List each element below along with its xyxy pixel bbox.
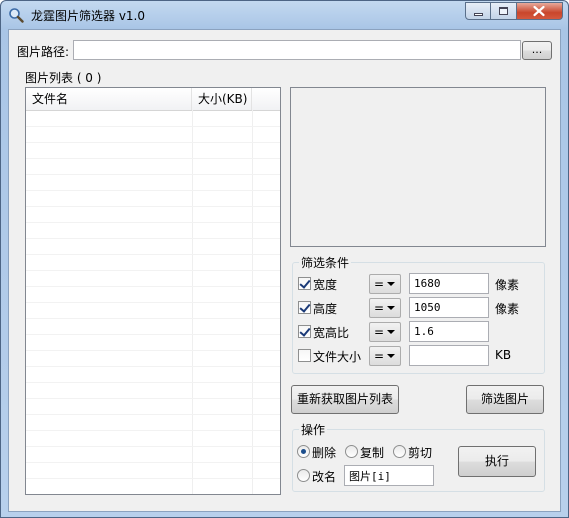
- height-input[interactable]: [409, 297, 489, 318]
- grid-line: [26, 238, 280, 239]
- filter-group-title: 筛选条件: [299, 254, 352, 271]
- reload-list-button[interactable]: 重新获取图片列表: [291, 385, 399, 414]
- width-label: 宽度: [313, 278, 338, 292]
- grid-line: [26, 366, 280, 367]
- grid-line: [26, 142, 280, 143]
- file-size-checkbox[interactable]: [298, 349, 311, 362]
- grid-line: [26, 174, 280, 175]
- aspect-ratio-operator-select[interactable]: =: [369, 322, 401, 342]
- copy-label: 复制: [360, 446, 385, 460]
- cut-radio[interactable]: [393, 445, 406, 458]
- grid-line: [26, 158, 280, 159]
- window-title: 龙霆图片筛选器 v1.0: [31, 9, 146, 23]
- delete-label: 删除: [312, 446, 337, 460]
- grid-line: [26, 446, 280, 447]
- browse-button[interactable]: ...: [522, 41, 552, 60]
- filter-images-button[interactable]: 筛选图片: [466, 385, 544, 414]
- grid-line: [26, 222, 280, 223]
- file-size-label: 文件大小: [313, 350, 362, 364]
- grid-line: [26, 462, 280, 463]
- app-window: 龙霆图片筛选器 v1.0 图片路径: ... 图片列表 ( 0 ) 文件名 大小…: [0, 0, 569, 518]
- grid-line: [26, 430, 280, 431]
- rename-label: 改名: [312, 470, 337, 484]
- close-button[interactable]: [517, 2, 563, 20]
- operation-group-title: 操作: [299, 421, 328, 438]
- height-unit: 像素: [495, 302, 520, 316]
- chevron-down-icon: [387, 306, 395, 310]
- magnifier-icon: [8, 7, 24, 23]
- grid-line: [26, 318, 280, 319]
- grid-line: [26, 350, 280, 351]
- image-preview: [290, 87, 546, 247]
- chevron-down-icon: [387, 354, 395, 358]
- column-filename[interactable]: 文件名: [26, 88, 192, 110]
- grid-line: [26, 334, 280, 335]
- file-size-operator-select[interactable]: =: [369, 346, 401, 366]
- chevron-down-icon: [387, 330, 395, 334]
- rename-pattern-input[interactable]: [344, 465, 434, 486]
- client-area: 图片路径: ... 图片列表 ( 0 ) 文件名 大小(KB) 筛选条件 宽度 …: [8, 29, 561, 512]
- grid-line: [26, 190, 280, 191]
- height-label: 高度: [313, 302, 338, 316]
- width-input[interactable]: [409, 273, 489, 294]
- aspect-ratio-input[interactable]: [409, 321, 489, 342]
- file-size-input[interactable]: [409, 345, 489, 366]
- execute-button[interactable]: 执行: [458, 446, 536, 477]
- grid-line: [26, 206, 280, 207]
- aspect-ratio-label: 宽高比: [313, 326, 350, 340]
- image-list-title: 图片列表 ( 0 ): [25, 71, 102, 85]
- column-size[interactable]: 大小(KB): [192, 88, 252, 110]
- rename-radio[interactable]: [297, 469, 310, 482]
- height-operator-select[interactable]: =: [369, 298, 401, 318]
- grid-line: [26, 478, 280, 479]
- grid-line: [26, 126, 280, 127]
- maximize-button[interactable]: [491, 2, 517, 20]
- minimize-icon: [474, 13, 483, 16]
- path-label: 图片路径:: [17, 45, 70, 59]
- grid-line: [26, 382, 280, 383]
- aspect-ratio-checkbox[interactable]: [298, 325, 311, 338]
- delete-radio[interactable]: [297, 445, 310, 458]
- image-list-header: 文件名 大小(KB): [26, 88, 280, 111]
- minimize-button[interactable]: [465, 2, 491, 20]
- maximize-icon: [499, 7, 508, 15]
- image-list[interactable]: 文件名 大小(KB): [25, 87, 281, 495]
- path-input[interactable]: [73, 40, 521, 60]
- title-bar[interactable]: 龙霆图片筛选器 v1.0: [1, 1, 568, 29]
- width-unit: 像素: [495, 278, 520, 292]
- grid-line: [26, 302, 280, 303]
- width-operator-select[interactable]: =: [369, 274, 401, 294]
- grid-line: [26, 414, 280, 415]
- chevron-down-icon: [387, 282, 395, 286]
- grid-line: [26, 286, 280, 287]
- file-size-unit: KB: [495, 348, 512, 362]
- grid-line: [26, 270, 280, 271]
- copy-radio[interactable]: [345, 445, 358, 458]
- height-checkbox[interactable]: [298, 301, 311, 314]
- grid-line: [26, 398, 280, 399]
- cut-label: 剪切: [408, 446, 433, 460]
- width-checkbox[interactable]: [298, 277, 311, 290]
- grid-line: [26, 254, 280, 255]
- close-icon: [533, 5, 545, 17]
